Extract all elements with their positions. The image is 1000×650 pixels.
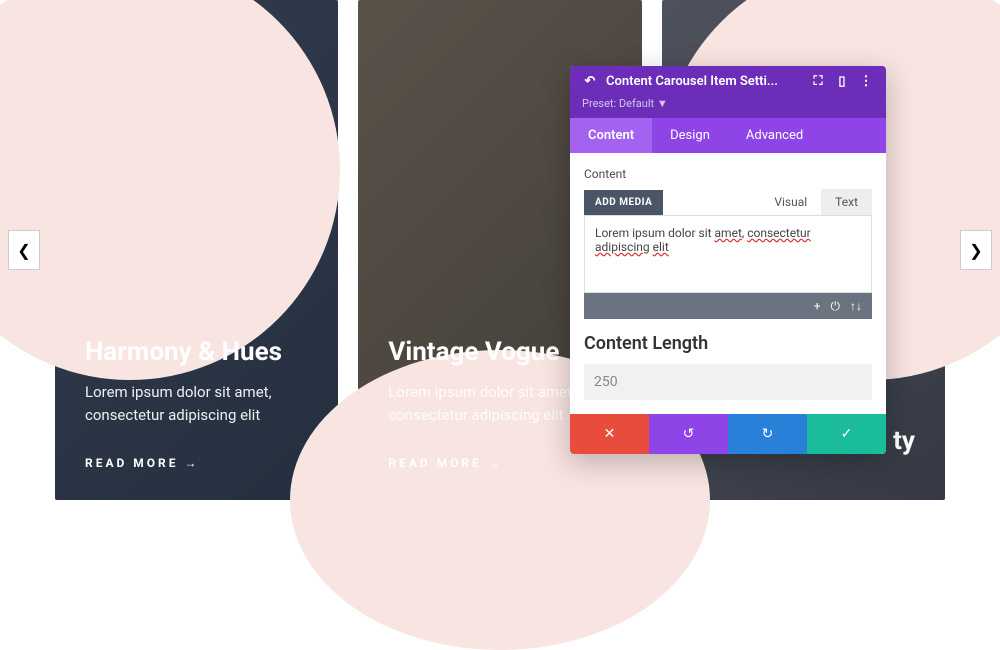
read-more-link[interactable]: READ MORE→: [388, 456, 611, 470]
arrow-right-icon: →: [185, 456, 200, 470]
card-desc: Lorem ipsum dolor sit amet, consectetur …: [85, 381, 308, 426]
read-more-link[interactable]: READ MORE→: [85, 456, 308, 470]
content-length-input[interactable]: [584, 364, 872, 400]
carousel-next-button[interactable]: ❯: [960, 230, 992, 270]
add-media-button[interactable]: ADD MEDIA: [584, 190, 663, 215]
responsive-icon[interactable]: ▯: [834, 74, 850, 89]
tab-content[interactable]: Content: [570, 118, 652, 153]
content-editor[interactable]: Lorem ipsum dolor sit amet, consectetur …: [584, 215, 872, 293]
undo-button[interactable]: ↺: [649, 414, 728, 454]
panel-title: Content Carousel Item Setti...: [606, 74, 802, 89]
sort-icon[interactable]: ↑↓: [850, 299, 862, 313]
carousel-prev-button[interactable]: ❮: [8, 230, 40, 270]
subtab-text[interactable]: Text: [821, 189, 872, 215]
carousel-card[interactable]: Harmony & Hues Lorem ipsum dolor sit ame…: [55, 0, 338, 500]
more-icon[interactable]: ⋮: [858, 74, 874, 89]
redo-button[interactable]: ↻: [728, 414, 807, 454]
content-label: Content: [584, 167, 872, 181]
add-icon[interactable]: +: [814, 299, 821, 313]
tab-advanced[interactable]: Advanced: [728, 118, 821, 153]
panel-tabs: Content Design Advanced: [570, 118, 886, 153]
panel-header[interactable]: ↶ Content Carousel Item Setti... ⛶ ▯ ⋮: [570, 66, 886, 97]
subtab-visual[interactable]: Visual: [760, 189, 821, 215]
expand-icon[interactable]: ⛶: [810, 74, 826, 89]
card-title: Harmony & Hues: [85, 337, 308, 367]
preset-selector[interactable]: Preset: Default ▼: [570, 97, 886, 118]
save-button[interactable]: ✓: [807, 414, 886, 454]
settings-panel: ↶ Content Carousel Item Setti... ⛶ ▯ ⋮ P…: [570, 66, 886, 454]
panel-footer: ✕ ↺ ↻ ✓: [570, 414, 886, 454]
tab-design[interactable]: Design: [652, 118, 728, 153]
editor-toolbar: + ⏻ ↑↓: [584, 293, 872, 319]
arrow-right-icon: →: [488, 456, 503, 470]
power-icon[interactable]: ⏻: [831, 299, 841, 314]
undo-icon[interactable]: ↶: [582, 74, 598, 89]
cancel-button[interactable]: ✕: [570, 414, 649, 454]
content-length-label: Content Length: [584, 333, 872, 354]
